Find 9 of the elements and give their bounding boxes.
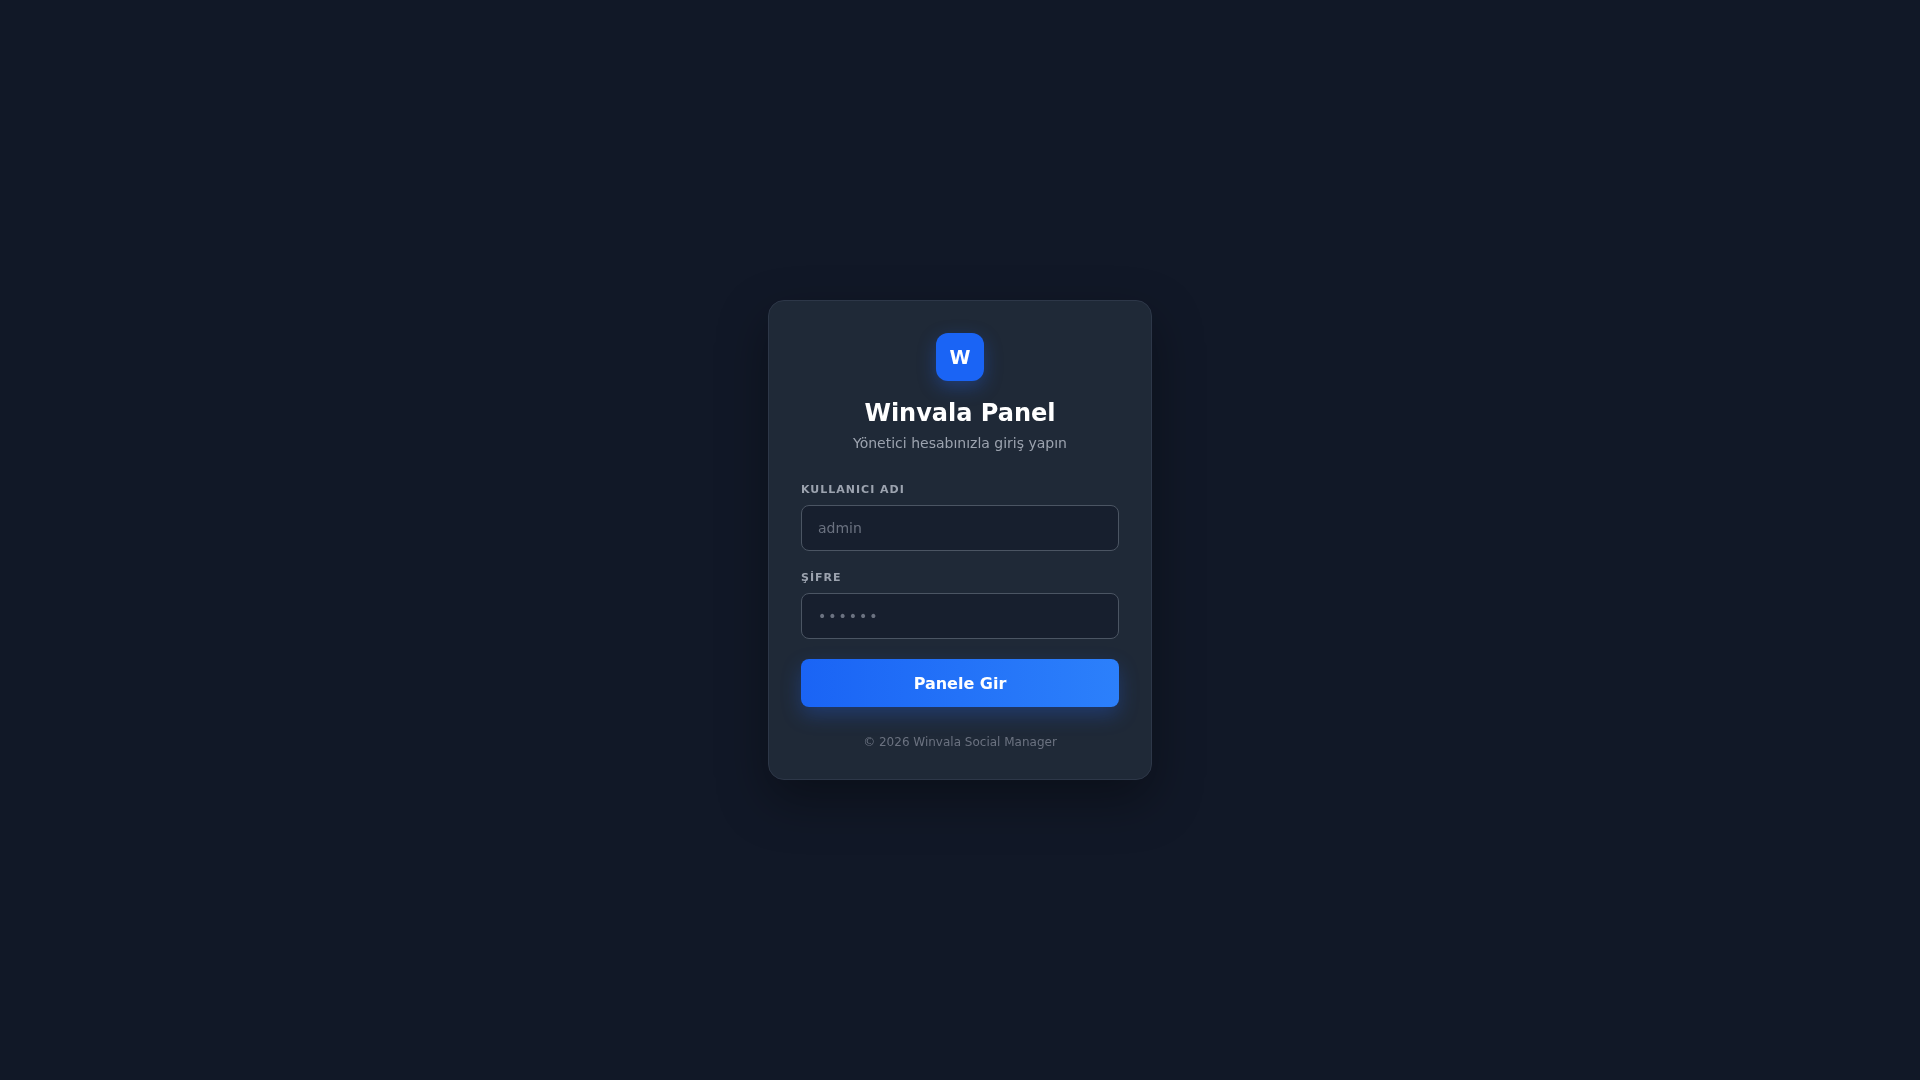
panel-title: Winvala Panel [864,399,1056,427]
password-field[interactable]: •••••• [801,593,1119,639]
copyright-text: © 2026 Winvala Social Manager [863,735,1057,749]
field-label: KULLANICI ADI [801,483,906,496]
field-label: ŞİFRE [801,571,843,584]
username-field[interactable]: admin [801,505,1119,551]
logo: W [936,333,984,381]
subtitle: Yönetici hesabınızla giriş yapın [853,435,1067,451]
login-button[interactable]: Panele Gir [801,659,1119,707]
